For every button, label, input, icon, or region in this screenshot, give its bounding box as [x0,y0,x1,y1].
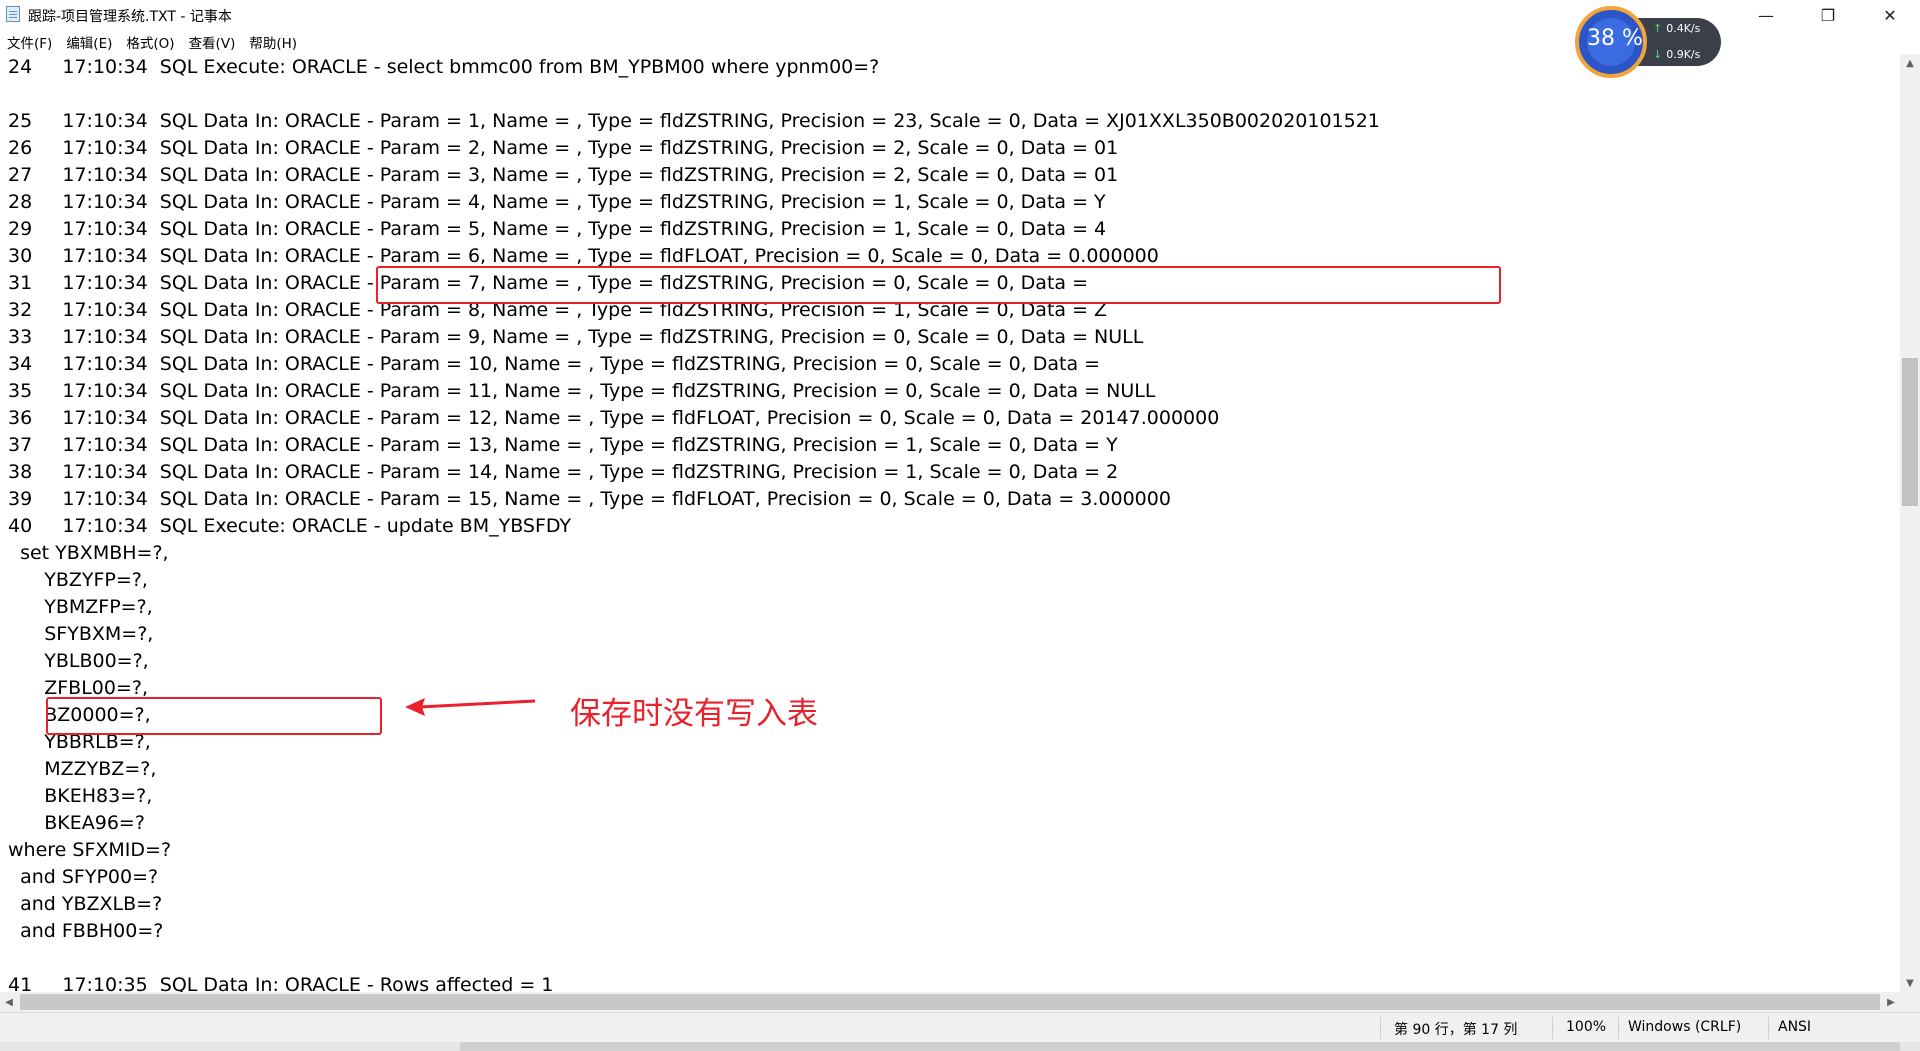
text-line: 39 17:10:34 SQL Data In: ORACLE - Param … [8,488,1171,510]
annotation-box-param7 [376,266,1501,304]
close-button[interactable]: ✕ [1867,0,1913,30]
text-line: set YBXMBH=?, [8,542,169,564]
vertical-scroll-thumb[interactable] [1902,358,1918,506]
text-line: YBLB00=?, [8,650,149,672]
text-line: YBZYFP=?, [8,569,148,591]
text-line: 24 17:10:34 SQL Execute: ORACLE - select… [8,56,880,78]
maximize-button[interactable]: ❐ [1805,0,1851,30]
text-line: 25 17:10:34 SQL Data In: ORACLE - Param … [8,110,1380,132]
text-line: 40 17:10:34 SQL Execute: ORACLE - update… [8,515,572,537]
text-line: 34 17:10:34 SQL Data In: ORACLE - Param … [8,353,1101,375]
download-arrow-icon: ↓ [1653,48,1663,61]
upload-speed: ↑ 0.4K/s [1653,22,1701,35]
text-line: 41 17:10:35 SQL Data In: ORACLE - Rows a… [8,974,554,992]
scroll-right-icon[interactable]: ▶ [1882,992,1900,1012]
text-line: BKEH83=?, [8,785,153,807]
encoding: ANSI [1778,1019,1812,1035]
text-line: 27 17:10:34 SQL Data In: ORACLE - Param … [8,164,1119,186]
line-ending: Windows (CRLF) [1628,1019,1742,1035]
annotation-box-bz0000 [46,697,382,735]
menu-edit[interactable]: 编辑(E) [59,32,119,52]
text-line: where SFXMID=? [8,839,172,861]
text-line: 33 17:10:34 SQL Data In: ORACLE - Param … [8,326,1144,348]
annotation-arrow-icon [405,698,535,716]
status-divider [1380,1017,1381,1039]
network-monitor-widget[interactable]: 38 % ↑ 0.4K/s ↓ 0.9K/s [1575,6,1723,78]
horizontal-scroll-thumb[interactable] [20,994,1880,1010]
cpu-percent: 38 % [1587,26,1643,51]
text-line: and SFYP00=? [8,866,159,888]
text-line: 36 17:10:34 SQL Data In: ORACLE - Param … [8,407,1220,429]
zoom-level: 100% [1566,1019,1607,1035]
text-line: and YBZXLB=? [8,893,163,915]
status-bar: 第 90 行，第 17 列 100% Windows (CRLF) ANSI [0,1012,1920,1042]
notepad-icon [6,6,20,22]
text-line: BKEA96=? [8,812,145,834]
text-line: SFYBXM=?, [8,623,154,645]
status-divider [1552,1017,1553,1039]
horizontal-scrollbar[interactable]: ◀ ▶ [0,992,1900,1012]
scrollbar-corner [1900,992,1920,1012]
text-line: MZZYBZ=?, [8,758,157,780]
menu-file[interactable]: 文件(F) [0,32,59,52]
upload-arrow-icon: ↑ [1653,22,1663,35]
annotation-note: 保存时没有写入表 [570,696,818,732]
text-line: YBMZFP=?, [8,596,153,618]
text-line: 38 17:10:34 SQL Data In: ORACLE - Param … [8,461,1119,483]
minimize-button[interactable]: — [1743,0,1789,30]
text-editor[interactable]: 24 17:10:34 SQL Execute: ORACLE - select… [0,54,1900,992]
text-line: 37 17:10:34 SQL Data In: ORACLE - Param … [8,434,1118,456]
menu-view[interactable]: 查看(V) [182,32,243,52]
scroll-up-icon[interactable]: ▲ [1900,54,1920,72]
scroll-down-icon[interactable]: ▼ [1900,974,1920,992]
menu-format[interactable]: 格式(O) [119,32,181,52]
text-line: 35 17:10:34 SQL Data In: ORACLE - Param … [8,380,1156,402]
text-line: and FBBH00=? [8,920,164,942]
text-line: 28 17:10:34 SQL Data In: ORACLE - Param … [8,191,1106,213]
scroll-left-icon[interactable]: ◀ [0,992,18,1012]
status-divider [1618,1017,1619,1039]
menu-help[interactable]: 帮助(H) [242,32,304,52]
text-line: 29 17:10:34 SQL Data In: ORACLE - Param … [8,218,1107,240]
cursor-position: 第 90 行，第 17 列 [1394,1022,1518,1038]
taskbar-edge-highlight [460,1042,1900,1051]
vertical-scrollbar[interactable]: ▲ ▼ [1900,54,1920,992]
text-line: 26 17:10:34 SQL Data In: ORACLE - Param … [8,137,1119,159]
window-title: 跟踪-项目管理系统.TXT - 记事本 [28,9,232,25]
status-divider [1768,1017,1769,1039]
download-speed: ↓ 0.9K/s [1653,48,1701,61]
